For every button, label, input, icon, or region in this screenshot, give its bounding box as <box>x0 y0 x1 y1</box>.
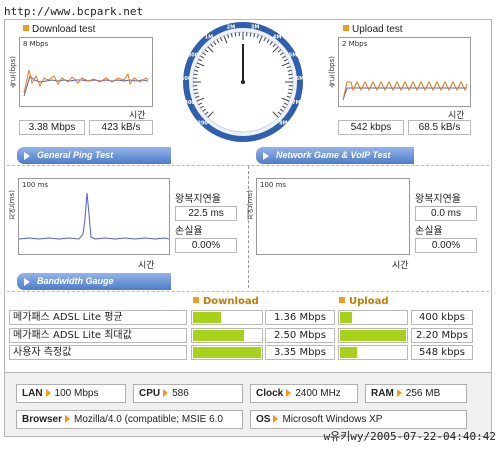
upload-bar-fill <box>340 312 352 323</box>
game-ylabel: 지연(ms) <box>246 190 254 220</box>
gauge-tick-label: 600 <box>181 76 192 82</box>
ping-graph: 100 ms <box>18 178 170 255</box>
gauge-tick-label: 5M <box>289 53 297 59</box>
upload-kbs: 68.5 kB/s <box>408 120 471 135</box>
gauge-tick <box>234 32 237 37</box>
bandwidth-upload-header: Upload <box>339 296 388 307</box>
game-loss-label: 손실율 <box>415 226 443 237</box>
download-bar <box>191 345 263 360</box>
bullet-icon <box>343 25 349 31</box>
upload-line-chart <box>342 80 468 101</box>
upload-bar-value: 548 kbps <box>411 345 473 360</box>
gauge-tick-label: 400 <box>184 100 195 106</box>
gauge-tick-label: 6M <box>296 76 304 82</box>
game-graph: 100 ms <box>256 178 410 255</box>
upload-bar <box>338 310 408 325</box>
ping-series <box>19 192 169 240</box>
arrow-icon <box>273 415 279 423</box>
bullet-icon <box>339 297 345 303</box>
gauge-tick <box>193 88 198 91</box>
gauge-tick-label: 1M <box>205 34 213 40</box>
upload-series-orange <box>342 80 468 101</box>
lan-info: LAN 100 Mbps <box>16 384 126 403</box>
bullet-icon <box>23 25 29 31</box>
bandwidth-gauge-banner: Bandwidth Gauge <box>17 273 171 290</box>
game-rtt-label: 왕복지연율 <box>415 194 461 205</box>
ping-rtt-label: 왕복지연율 <box>175 194 221 205</box>
upload-kbps: 542 kbps <box>338 120 404 135</box>
ping-rtt-value: 22.5 ms <box>175 206 237 221</box>
game-loss-value: 0.00% <box>415 238 477 253</box>
arrow-icon <box>263 152 269 160</box>
upload-graph: 2 Mbps <box>338 37 471 107</box>
download-bar-value: 3.35 Mbps <box>265 345 335 360</box>
ping-ylabel: 지연(ms) <box>8 190 16 220</box>
arrow-icon <box>396 389 402 397</box>
arrow-icon <box>24 278 30 286</box>
download-mbps: 3.38 Mbps <box>19 120 85 135</box>
upload-bar-fill <box>340 347 357 358</box>
arrow-icon <box>286 389 292 397</box>
download-bar <box>191 310 263 325</box>
upload-bar <box>338 328 408 343</box>
download-bar-fill <box>193 330 244 341</box>
bandwidth-download-header: Download <box>193 296 259 307</box>
section-divider <box>7 291 489 292</box>
arrow-icon <box>24 152 30 160</box>
general-ping-banner: General Ping Test <box>17 147 171 164</box>
download-bar <box>191 328 263 343</box>
download-series-orange <box>23 69 149 94</box>
arrow-icon <box>163 389 169 397</box>
upload-title: Upload test <box>343 24 403 35</box>
upload-ylabel: 속도(bps) <box>328 56 336 88</box>
game-rtt-value: 0.0 ms <box>415 206 477 221</box>
gauge-tick-label: 8M <box>279 120 287 126</box>
upload-bar-value: 2.20 Mbps <box>411 328 473 343</box>
cpu-info: CPU 586 <box>133 384 243 403</box>
ping-line-chart <box>19 192 169 240</box>
os-info: OS Microsoft Windows XP <box>250 410 467 429</box>
download-kbs: 423 kB/s <box>89 120 153 135</box>
gauge-tick <box>288 73 293 76</box>
download-bar-fill <box>193 347 261 358</box>
bandwidth-row-label: 메가패스 ADSL Lite 최대값 <box>9 328 187 343</box>
gauge-tick <box>193 73 198 76</box>
upload-bar-fill <box>340 330 406 341</box>
network-game-banner: Network Game & VoIP Test <box>256 147 414 164</box>
gauge-tick-label: 200 <box>197 120 208 126</box>
download-graph: 8 Mbps <box>19 37 153 107</box>
clock-info: Clock 2400 MHz <box>250 384 358 403</box>
gauge-tick-label: 2M <box>227 24 235 30</box>
gauge-tick-label: 4M <box>273 34 281 40</box>
bandwidth-row-label: 메가패스 ADSL Lite 평균 <box>9 310 187 325</box>
watermark-bottom: w유키wy/2005-07-22-04:40:42 <box>323 430 496 443</box>
speed-gauge: 200 400 600 800 1M 2M 3M 4M 5M 6M 7M 8M <box>181 22 304 142</box>
bullet-icon <box>193 297 199 303</box>
ping-xlabel: 시간 <box>138 261 155 271</box>
upload-bar-value: 400 kbps <box>411 310 473 325</box>
bandwidth-row-label: 사용자 측정값 <box>9 345 187 360</box>
gauge-tick-label: 800 <box>188 53 199 59</box>
watermark-top: http://www.bcpark.net <box>4 5 144 18</box>
download-bar-value: 2.50 Mbps <box>265 328 335 343</box>
upload-bar <box>338 345 408 360</box>
game-scale: 100 ms <box>260 181 287 189</box>
game-xlabel: 시간 <box>392 261 409 271</box>
download-bar-fill <box>193 312 221 323</box>
ping-loss-value: 0.00% <box>175 238 237 253</box>
speedtest-panel: Download test 속도(bps) 8 Mbps 시간 3.38 Mbp… <box>4 19 492 373</box>
download-title: Download test <box>23 24 95 35</box>
gauge-tick-label: 7M <box>292 100 300 106</box>
gauge-tick <box>288 88 293 91</box>
arrow-icon <box>65 415 71 423</box>
arrow-icon <box>45 389 51 397</box>
download-ylabel: 속도(bps) <box>9 56 17 88</box>
browser-info: Browser Mozilla/4.0 (compatible; MSIE 6.0 <box>16 410 243 429</box>
ram-info: RAM 256 MB <box>365 384 467 403</box>
ping-loss-label: 손실율 <box>175 226 203 237</box>
gauge-tick-label: 3M <box>251 24 259 30</box>
gauge-tick <box>249 32 252 37</box>
download-bar-value: 1.36 Mbps <box>265 310 335 325</box>
download-line-chart <box>23 69 149 97</box>
